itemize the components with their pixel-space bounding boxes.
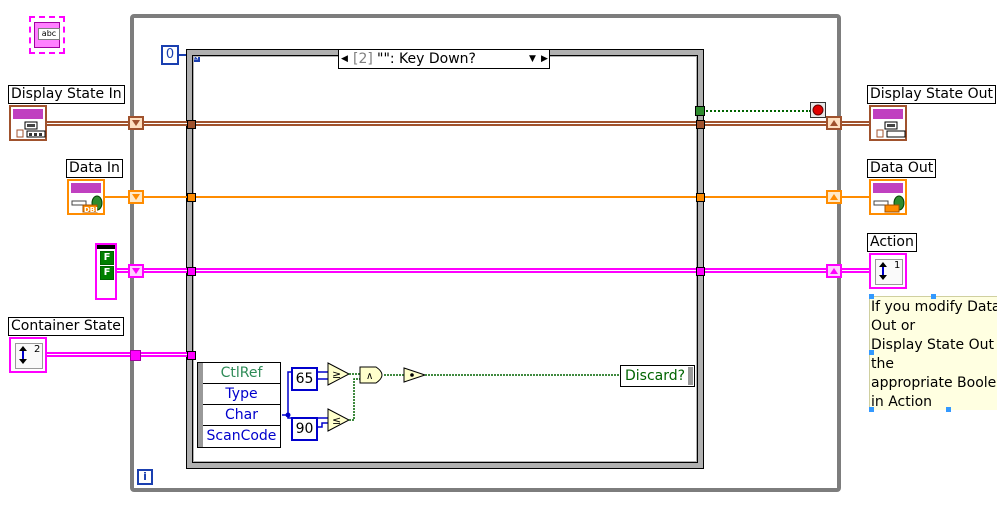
data-in-terminal[interactable]: DBL bbox=[67, 179, 105, 215]
event-tunnel-display-left[interactable] bbox=[187, 120, 196, 129]
event-data-item-label: ScanCode bbox=[206, 428, 277, 444]
comment-resize-handle[interactable] bbox=[869, 407, 874, 412]
display-state-in-terminal[interactable] bbox=[9, 105, 47, 141]
comment-resize-handle[interactable] bbox=[869, 294, 874, 299]
event-data-item-label: CtlRef bbox=[220, 365, 263, 381]
container-tunnel-left[interactable] bbox=[130, 350, 141, 361]
event-data-item-label: Type bbox=[225, 386, 258, 402]
loop-count-value: 0 bbox=[165, 47, 175, 62]
comment-line: in Action bbox=[871, 394, 933, 410]
data-in-label: Data In bbox=[66, 159, 123, 178]
stop-condition-terminal[interactable] bbox=[810, 102, 826, 118]
display-shift-register-right[interactable] bbox=[826, 116, 842, 130]
event-data-item[interactable]: ScanCode bbox=[203, 426, 280, 447]
comment-resize-handle[interactable] bbox=[946, 407, 951, 412]
event-data-node[interactable]: CtlRef Type Char ScanCode bbox=[197, 362, 281, 448]
variant-dbl-out-icon bbox=[873, 195, 905, 213]
not-icon[interactable] bbox=[403, 367, 427, 383]
action-shift-register-right[interactable] bbox=[826, 264, 842, 278]
boolean-constant-text: F bbox=[103, 267, 111, 278]
less-equal-icon[interactable]: ≤ bbox=[327, 408, 351, 432]
svg-text:∧: ∧ bbox=[366, 371, 373, 382]
event-data-item-label: Char bbox=[225, 407, 258, 423]
container-state-terminal[interactable]: 2 bbox=[9, 337, 47, 373]
comment-line: If you modify Data bbox=[871, 299, 997, 315]
discard-label: Discard? bbox=[625, 368, 686, 384]
comment-line: appropriate Boolea bbox=[871, 375, 997, 391]
iteration-terminal: i bbox=[137, 469, 153, 485]
display-tunnel-left[interactable] bbox=[128, 116, 144, 130]
data-wire[interactable] bbox=[105, 196, 869, 198]
case-selector[interactable]: ◀ [2] "": Key Down? ▼ ▶ bbox=[338, 49, 550, 69]
event-tunnel-action-right[interactable] bbox=[696, 267, 705, 276]
numeric-constant-value: 90 bbox=[295, 421, 314, 437]
numeric-constant-low[interactable]: 65 bbox=[291, 367, 318, 391]
event-tunnel-display-right[interactable] bbox=[696, 120, 705, 129]
comment-resize-handle[interactable] bbox=[869, 350, 874, 355]
string-control-terminal[interactable]: abc bbox=[29, 16, 65, 54]
display-state-wire[interactable] bbox=[47, 121, 869, 126]
boolean-constant-false-1[interactable]: F bbox=[100, 251, 114, 265]
iteration-label: i bbox=[143, 470, 147, 483]
and-icon[interactable]: ∧ bbox=[359, 366, 383, 384]
container-state-label: Container State bbox=[8, 317, 124, 336]
stop-wire[interactable] bbox=[703, 110, 811, 112]
svg-text:≥: ≥ bbox=[332, 368, 341, 381]
abc-icon: abc bbox=[38, 28, 60, 40]
action-terminal[interactable]: 1 bbox=[869, 253, 907, 289]
event-tunnel-data-left[interactable] bbox=[187, 193, 196, 202]
numeric-constant-value: 65 bbox=[295, 371, 314, 387]
data-tunnel-left[interactable] bbox=[128, 190, 144, 204]
stop-icon bbox=[812, 104, 824, 116]
display-state-out-label: Display State Out bbox=[867, 85, 996, 104]
dbl-icon-text: DBL bbox=[84, 206, 100, 214]
case-dropdown-icon[interactable]: ▼ bbox=[529, 50, 536, 68]
comment-line: Out or bbox=[871, 318, 916, 334]
abc-icon-text: abc bbox=[41, 29, 57, 38]
action-wire[interactable] bbox=[117, 268, 869, 273]
action-tunnel-left[interactable] bbox=[128, 264, 144, 278]
numeric-constant-high[interactable]: 90 bbox=[291, 417, 318, 441]
case-decrement-arrow-icon[interactable]: ◀ bbox=[341, 50, 348, 68]
discard-terminal[interactable]: Discard? bbox=[620, 365, 695, 387]
greater-equal-icon[interactable]: ≥ bbox=[327, 362, 351, 386]
boolean-constant-text: F bbox=[103, 252, 111, 263]
container-state-wire[interactable] bbox=[47, 352, 194, 357]
comment-line: the bbox=[871, 356, 894, 372]
data-out-label: Data Out bbox=[867, 159, 937, 178]
event-data-item[interactable]: Char bbox=[203, 405, 280, 426]
case-index: [2] bbox=[353, 51, 373, 67]
comment-line: Display State Out s bbox=[871, 337, 997, 353]
comment-box[interactable]: If you modify Data Out or Display State … bbox=[869, 296, 997, 410]
data-shift-register-right[interactable] bbox=[826, 190, 842, 204]
display-state-in-label: Display State In bbox=[8, 85, 125, 104]
event-tunnel-stop[interactable] bbox=[695, 106, 705, 116]
comment-resize-handle[interactable] bbox=[931, 294, 936, 299]
data-out-terminal[interactable] bbox=[869, 179, 907, 215]
case-increment-arrow-icon[interactable]: ▶ bbox=[541, 50, 548, 68]
event-tunnel-action-left[interactable] bbox=[187, 267, 196, 276]
case-label: "": Key Down? bbox=[377, 51, 476, 67]
action-label: Action bbox=[867, 233, 917, 252]
action-index-text: 1 bbox=[894, 260, 901, 271]
event-tunnel-data-right[interactable] bbox=[696, 193, 705, 202]
cluster-control-icon bbox=[16, 121, 46, 138]
cluster-index-text: 2 bbox=[34, 344, 41, 355]
loop-count-constant[interactable]: 0 bbox=[161, 45, 179, 65]
event-tunnel-container[interactable] bbox=[187, 351, 196, 360]
boolean-array-constant[interactable]: F F bbox=[95, 243, 117, 300]
display-state-out-terminal[interactable] bbox=[869, 105, 907, 141]
svg-text:≤: ≤ bbox=[332, 414, 341, 427]
event-data-item[interactable]: CtlRef bbox=[203, 363, 280, 384]
boolean-constant-false-2[interactable]: F bbox=[100, 266, 114, 280]
cluster-indicator-icon bbox=[876, 121, 906, 138]
event-data-item[interactable]: Type bbox=[203, 384, 280, 405]
